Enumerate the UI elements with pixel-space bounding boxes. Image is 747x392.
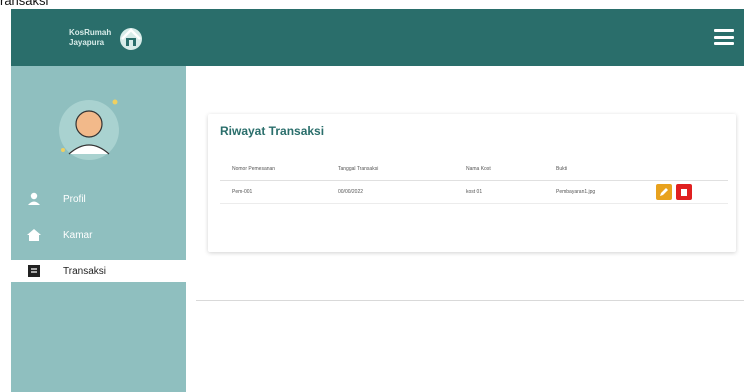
transaction-table: Nomor Pemesanan Tanggal Transaksi Nama K… [220,158,728,204]
sidebar-item-label: Kamar [63,229,93,241]
sidebar-item-profil[interactable]: Profil [11,188,186,210]
receipt-icon [25,263,43,279]
house-logo-icon [120,28,143,50]
page-title: Riwayat Transaksi [220,124,325,138]
cell-tanggal: 00/00/2022 [338,189,364,195]
column-header: Nama Kost [466,166,491,172]
cell-nomor: Pem-001 [232,189,253,195]
brand-text: KosRumah Jayapura [69,28,111,48]
divider [196,300,744,301]
cell-bukti[interactable]: Pembayaran1.jpg [556,189,656,195]
transaction-card: Riwayat Transaksi Nomor Pemesanan Tangga… [208,114,736,252]
window-caption: ransaksi [0,0,49,8]
sidebar: Profil Kamar Transaksi [11,66,186,392]
pencil-icon [660,188,668,196]
table-row: Pem-001 00/00/2022 kost 01 Pembayaran1.j… [220,181,728,204]
sidebar-item-transaksi[interactable]: Transaksi [11,260,186,282]
delete-button[interactable] [676,184,692,200]
row-actions [656,184,726,200]
sidebar-item-kamar[interactable]: Kamar [11,224,186,246]
sidebar-item-label: Profil [63,193,86,205]
column-header: Nomor Pemesanan [232,166,276,172]
sidebar-item-label: Transaksi [63,265,106,277]
edit-button[interactable] [656,184,672,200]
hamburger-menu-icon[interactable] [714,29,734,45]
top-navbar: KosRumah Jayapura [11,9,744,66]
cell-nama-kost: kost 01 [466,189,483,195]
home-icon [25,227,43,243]
trash-icon [681,189,687,196]
brand-logo[interactable]: KosRumah Jayapura [69,19,189,57]
user-icon [25,191,43,207]
column-header: Tanggal Transaksi [338,166,379,172]
main-content: Riwayat Transaksi Nomor Pemesanan Tangga… [186,66,744,392]
brand-line-2: Jayapura [69,38,105,47]
brand-line-1: KosRumah [69,28,112,37]
column-header: Bukti [556,166,568,172]
table-header: Nomor Pemesanan Tanggal Transaksi Nama K… [220,158,728,181]
avatar [59,99,119,160]
